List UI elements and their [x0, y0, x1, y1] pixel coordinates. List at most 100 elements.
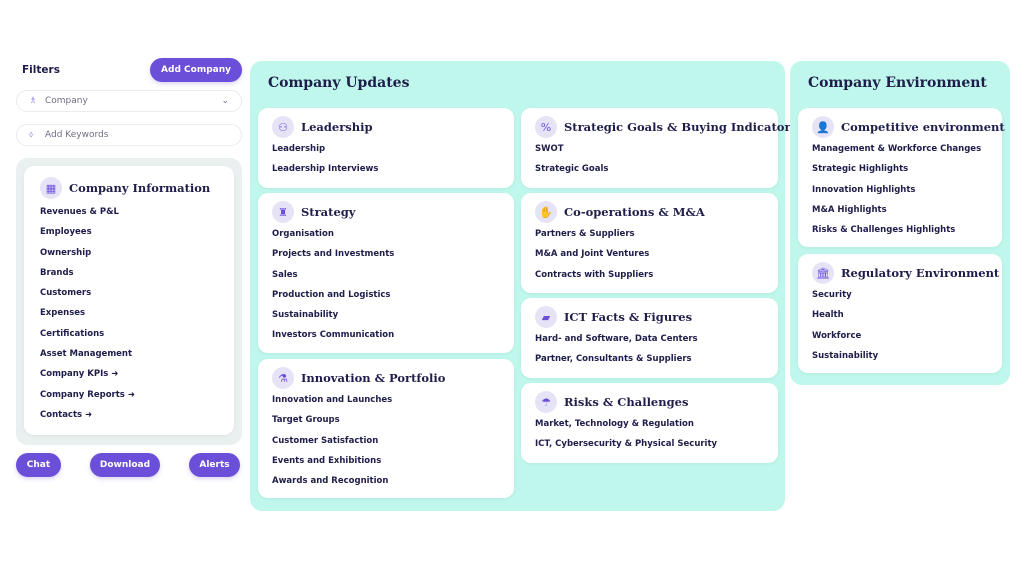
sidebar-actions: Chat Download Alerts	[16, 453, 240, 477]
company-information-card: ▦ Company Information Revenues & P&L Emp…	[24, 166, 234, 436]
strategic-goals-title: Strategic Goals & Buying Indicators	[564, 120, 798, 134]
keywords-placeholder: Add Keywords	[45, 130, 109, 140]
company-information-header: ▦ Company Information	[40, 176, 220, 200]
regulatory-header: 🏛 Regulatory Environment	[812, 261, 999, 285]
chat-icon: ▰	[535, 306, 557, 328]
list-item[interactable]: Health	[812, 305, 992, 325]
strategic-goals-header: % Strategic Goals & Buying Indicators	[535, 115, 797, 139]
info-item-expenses[interactable]: Expenses	[40, 303, 220, 323]
list-item[interactable]: Events and Exhibitions	[272, 451, 504, 471]
regulatory-card: 🏛 Regulatory Environment Security Health…	[798, 254, 1002, 373]
ict-header: ▰ ICT Facts & Figures	[535, 305, 768, 329]
info-item-certifications[interactable]: Certifications	[40, 324, 220, 344]
list-item[interactable]: Leadership	[272, 139, 504, 159]
regulatory-title: Regulatory Environment	[841, 266, 1000, 280]
handshake-icon: ✋	[535, 201, 557, 223]
filters-header: Filters Add Company	[16, 58, 242, 82]
list-item[interactable]: Innovation and Launches	[272, 390, 504, 410]
user-icon: 👤	[812, 116, 834, 138]
list-item[interactable]: Hard- and Software, Data Centers	[535, 329, 768, 349]
list-item[interactable]: Innovation Highlights	[812, 180, 992, 200]
info-link-contacts[interactable]: Contacts ➜	[40, 405, 220, 425]
keywords-input[interactable]: ⬨ Add Keywords	[16, 124, 242, 146]
list-item[interactable]: Production and Logistics	[272, 285, 504, 305]
list-item[interactable]: Sustainability	[272, 305, 504, 325]
list-item[interactable]: M&A Highlights	[812, 200, 992, 220]
competitive-title: Competitive environment	[841, 120, 1005, 134]
leadership-card: ⚇ Leadership Leadership Leadership Inter…	[258, 108, 514, 188]
add-company-button[interactable]: Add Company	[150, 58, 242, 82]
info-item-customers[interactable]: Customers	[40, 283, 220, 303]
list-item[interactable]: Awards and Recognition	[272, 471, 504, 491]
bank-icon: 🏛	[812, 262, 834, 284]
company-select[interactable]: ♗ Company ⌄	[16, 90, 242, 112]
company-information-title: Company Information	[69, 181, 211, 195]
list-item[interactable]: Management & Workforce Changes	[812, 139, 992, 159]
org-chart-icon: ♗	[29, 96, 38, 106]
list-item[interactable]: ICT, Cybersecurity & Physical Security	[535, 434, 768, 454]
list-item[interactable]: Market, Technology & Regulation	[535, 414, 768, 434]
innovation-card: ⚗ Innovation & Portfolio Innovation and …	[258, 359, 514, 498]
info-item-asset-management[interactable]: Asset Management	[40, 344, 220, 364]
competitive-header: 👤 Competitive environment	[812, 115, 1005, 139]
strategic-goals-card: % Strategic Goals & Buying Indicators SW…	[521, 108, 797, 188]
info-item-revenues[interactable]: Revenues & P&L	[40, 202, 220, 222]
company-updates-panel: Company Updates ⚇ Leadership Leadership …	[250, 61, 797, 511]
strategy-title: Strategy	[301, 205, 356, 219]
cooperations-header: ✋ Co-operations & M&A	[535, 200, 768, 224]
info-item-employees[interactable]: Employees	[40, 222, 220, 242]
risks-card: ☂ Risks & Challenges Market, Technology …	[521, 383, 778, 463]
company-updates-title: Company Updates	[268, 75, 410, 91]
info-link-company-reports[interactable]: Company Reports ➜	[40, 385, 220, 405]
info-item-brands[interactable]: Brands	[40, 263, 220, 283]
building-icon: ▦	[40, 177, 62, 199]
people-icon: ⚇	[272, 116, 294, 138]
leadership-title: Leadership	[301, 120, 373, 134]
risks-title: Risks & Challenges	[564, 395, 689, 409]
list-item[interactable]: Organisation	[272, 224, 504, 244]
list-item[interactable]: Leadership Interviews	[272, 159, 504, 179]
alerts-button[interactable]: Alerts	[189, 453, 240, 477]
list-item[interactable]: Partners & Suppliers	[535, 224, 768, 244]
list-item[interactable]: Sustainability	[812, 346, 992, 366]
company-environment-panel: Company Environment 👤 Competitive enviro…	[790, 61, 1010, 385]
ict-card: ▰ ICT Facts & Figures Hard- and Software…	[521, 298, 778, 378]
list-item[interactable]: Workforce	[812, 326, 992, 346]
chess-icon: ♜	[272, 201, 294, 223]
list-item[interactable]: Partner, Consultants & Suppliers	[535, 349, 768, 369]
percent-icon: %	[535, 116, 557, 138]
risks-header: ☂ Risks & Challenges	[535, 390, 768, 414]
list-item[interactable]: M&A and Joint Ventures	[535, 244, 768, 264]
innovation-title: Innovation & Portfolio	[301, 371, 446, 385]
filters-label: Filters	[22, 64, 60, 76]
chevron-down-icon: ⌄	[221, 96, 229, 106]
filters-sidebar: Filters Add Company ♗ Company ⌄ ⬨ Add Ke…	[16, 58, 242, 446]
info-item-ownership[interactable]: Ownership	[40, 243, 220, 263]
list-item[interactable]: Target Groups	[272, 410, 504, 430]
info-link-company-kpis[interactable]: Company KPIs ➜	[40, 364, 220, 384]
list-item[interactable]: Security	[812, 285, 992, 305]
leadership-header: ⚇ Leadership	[272, 115, 504, 139]
tag-icon: ⬨	[29, 130, 34, 140]
list-item[interactable]: Customer Satisfaction	[272, 431, 504, 451]
list-item[interactable]: Projects and Investments	[272, 244, 504, 264]
download-button[interactable]: Download	[90, 453, 160, 477]
company-environment-title: Company Environment	[808, 75, 987, 91]
umbrella-icon: ☂	[535, 391, 557, 413]
list-item[interactable]: Contracts with Suppliers	[535, 265, 768, 285]
cooperations-card: ✋ Co-operations & M&A Partners & Supplie…	[521, 193, 778, 293]
strategy-header: ♜ Strategy	[272, 200, 504, 224]
competitive-card: 👤 Competitive environment Management & W…	[798, 108, 1005, 247]
list-item[interactable]: Sales	[272, 265, 504, 285]
cooperations-title: Co-operations & M&A	[564, 205, 705, 219]
company-select-value: Company	[45, 96, 88, 106]
list-item[interactable]: Investors Communication	[272, 325, 504, 345]
list-item[interactable]: SWOT	[535, 139, 768, 159]
list-item[interactable]: Risks & Challenges Highlights	[812, 220, 992, 240]
chat-button[interactable]: Chat	[16, 453, 61, 477]
list-item[interactable]: Strategic Highlights	[812, 159, 992, 179]
flask-icon: ⚗	[272, 367, 294, 389]
strategy-card: ♜ Strategy Organisation Projects and Inv…	[258, 193, 514, 353]
ict-title: ICT Facts & Figures	[564, 310, 693, 324]
list-item[interactable]: Strategic Goals	[535, 159, 768, 179]
